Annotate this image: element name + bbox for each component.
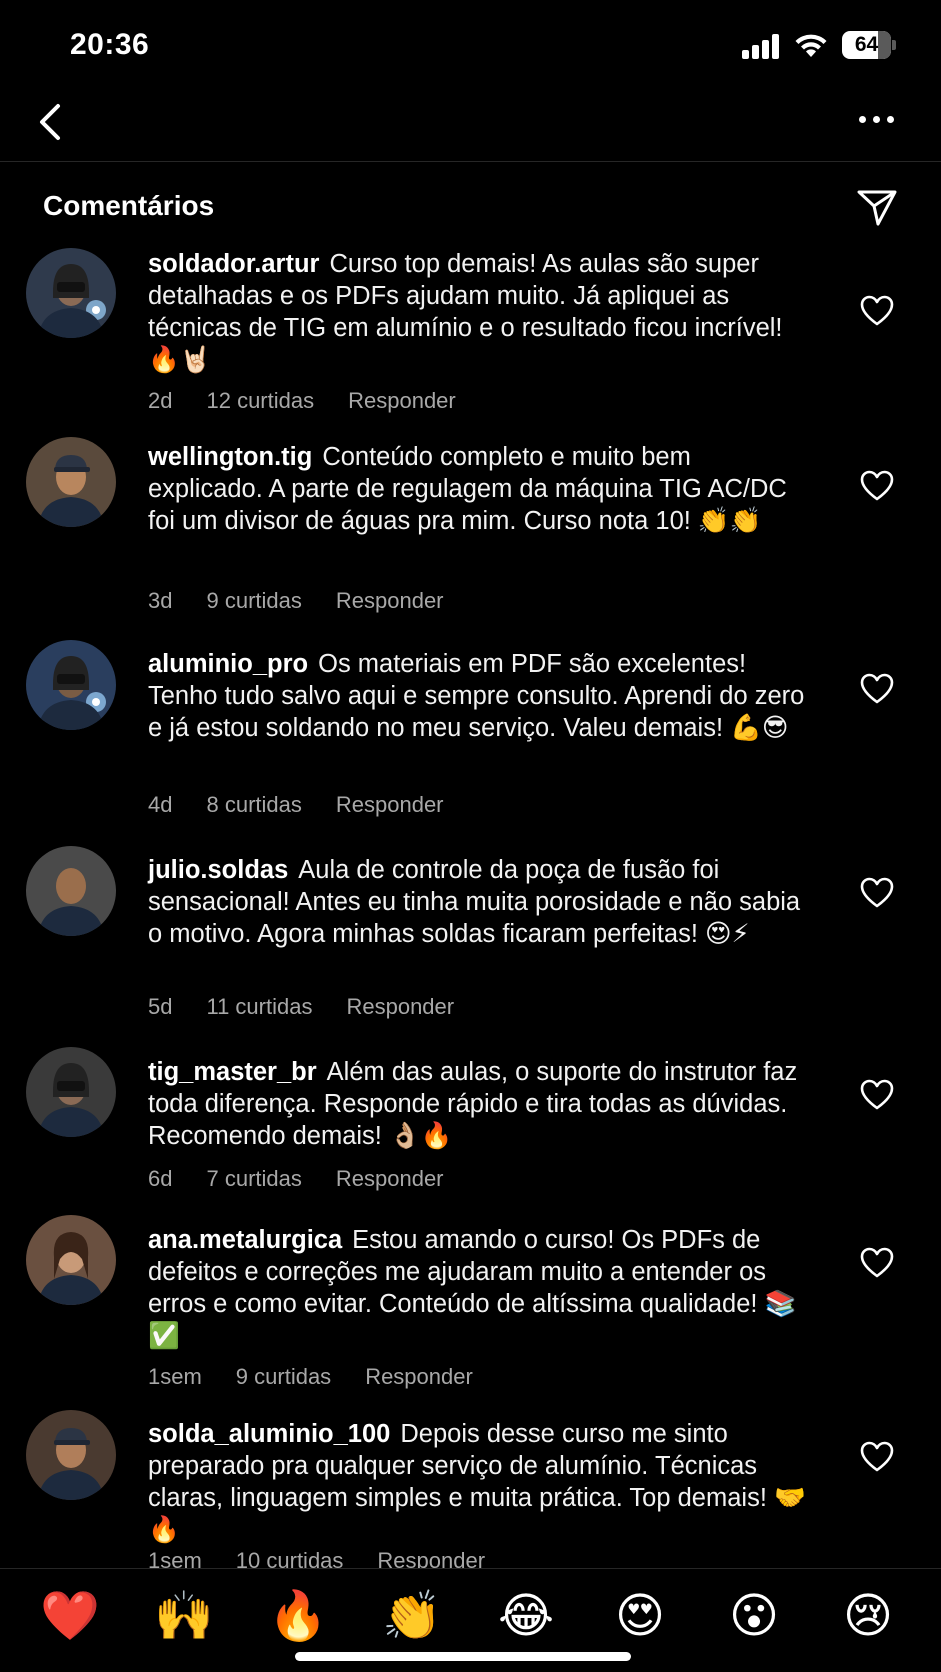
paper-plane-icon[interactable] [856,188,898,228]
battery-level: 64 [854,33,879,56]
reply-button[interactable]: Responder [348,388,456,413]
reply-button[interactable]: Responder [336,1166,444,1191]
avatar[interactable] [26,1215,116,1305]
reaction-emoji-button[interactable]: 😢 [838,1587,898,1647]
comment-meta: 5d 11 curtidas Responder [148,994,488,1020]
reaction-emoji-button[interactable]: 😍 [610,1587,670,1647]
nav-bar [0,92,941,162]
comment-text: julio.soldas Aula de controle da poça de … [148,854,808,950]
avatar[interactable] [26,1410,116,1500]
comment-username[interactable]: ana.metalurgica [148,1226,342,1254]
comment-meta: 1sem 9 curtidas Responder [148,1364,507,1390]
comment-username[interactable]: julio.soldas [148,856,288,884]
comment-likes[interactable]: 7 curtidas [206,1166,301,1191]
comment-username[interactable]: aluminio_pro [148,650,308,678]
heart-outline-icon[interactable] [860,877,894,909]
status-bar: 20:36 64 [0,0,941,92]
comment-age: 4d [148,792,173,817]
comment-text: ana.metalurgica Estou amando o curso! Os … [148,1224,808,1352]
comment-text: tig_master_br Além das aulas, o suporte d… [148,1056,808,1152]
comment-meta: 3d 9 curtidas Responder [148,588,478,614]
heart-outline-icon[interactable] [860,295,894,327]
comment-text: wellington.tig Conteúdo completo e muito … [148,441,808,537]
comment-age: 6d [148,1166,173,1191]
reply-button[interactable]: Responder [365,1364,473,1389]
comment-likes[interactable]: 12 curtidas [206,388,314,413]
comment-age: 1sem [148,1364,202,1389]
comment-meta: 4d 8 curtidas Responder [148,792,478,818]
avatar[interactable] [26,437,116,527]
avatar[interactable] [26,1047,116,1137]
heart-outline-icon[interactable] [860,470,894,502]
comment-text: aluminio_pro Os materiais em PDF são exce… [148,648,808,744]
wifi-icon [795,34,827,57]
avatar[interactable] [26,640,116,730]
comment-age: 3d [148,588,173,613]
comment-likes[interactable]: 8 curtidas [206,792,301,817]
comment-meta: 2d 12 curtidas Responder [148,388,490,414]
comment-likes[interactable]: 11 curtidas [206,994,312,1019]
more-horizontal-icon[interactable] [857,112,897,128]
comment-meta: 6d 7 curtidas Responder [148,1166,478,1192]
reaction-emoji-button[interactable]: 😂 [496,1587,556,1647]
reply-button[interactable]: Responder [336,792,444,817]
cellular-signal-icon [742,33,782,59]
comments-title: Comentários [43,190,215,221]
heart-outline-icon[interactable] [860,673,894,705]
home-indicator [295,1652,631,1661]
battery-icon: 64 [842,31,896,59]
reaction-emoji-button[interactable]: 🔥 [268,1587,328,1647]
comment-likes[interactable]: 9 curtidas [206,588,301,613]
reply-button[interactable]: Responder [336,588,444,613]
comment-username[interactable]: wellington.tig [148,443,312,471]
comment-username[interactable]: solda_aluminio_100 [148,1420,390,1448]
comment-age: 2d [148,388,173,413]
comment-username[interactable]: soldador.artur [148,250,319,278]
reaction-emoji-button[interactable]: 😮 [724,1587,784,1647]
reply-button[interactable]: Responder [346,994,454,1019]
comment-age: 5d [148,994,173,1019]
avatar[interactable] [26,846,116,936]
comment-likes[interactable]: 9 curtidas [236,1364,331,1389]
reaction-emoji-button[interactable]: 👏 [382,1587,442,1647]
avatar[interactable] [26,248,116,338]
heart-outline-icon[interactable] [860,1247,894,1279]
heart-outline-icon[interactable] [860,1079,894,1111]
comment-text: solda_aluminio_100 Depois desse curso me … [148,1418,808,1546]
comment-username[interactable]: tig_master_br [148,1058,317,1086]
reaction-emoji-button[interactable]: ❤️ [40,1587,100,1647]
status-time: 20:36 [70,28,150,61]
heart-outline-icon[interactable] [860,1441,894,1473]
chevron-left-icon[interactable] [34,100,70,144]
comment-text: soldador.artur Curso top demais! As aulas… [148,248,808,376]
reaction-emoji-button[interactable]: 🙌 [154,1587,214,1647]
